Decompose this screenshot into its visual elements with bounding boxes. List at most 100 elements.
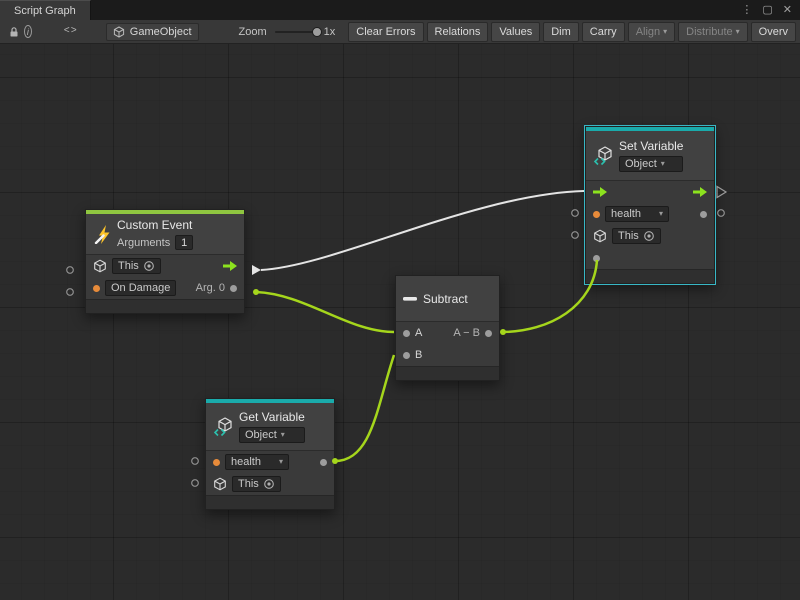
wire-subtract-setvariable-value[interactable] — [501, 260, 597, 332]
arguments-input[interactable]: 1 — [175, 235, 193, 250]
clear-errors-button[interactable]: Clear Errors — [348, 22, 423, 42]
string-input-port[interactable] — [593, 211, 600, 218]
unconnected-port-indicator[interactable] — [67, 289, 74, 296]
node-title: Subtract — [423, 292, 468, 306]
subtract-row-a: A A − B — [396, 322, 499, 344]
target-label: This — [118, 260, 139, 272]
target-label: This — [618, 230, 639, 242]
value-input-row — [586, 247, 714, 269]
window-controls: ⋮ ▢ ✕ — [741, 0, 800, 20]
unconnected-port-indicator[interactable] — [192, 480, 199, 487]
object-picker-icon[interactable] — [643, 230, 655, 242]
target-self-dropdown[interactable]: This — [232, 476, 281, 492]
lock-icon[interactable] — [8, 23, 20, 41]
dim-toggle[interactable]: Dim — [543, 22, 579, 42]
wire-getvariable-subtract-b[interactable] — [335, 355, 394, 461]
subtract-row-b: B — [396, 344, 499, 366]
value-output-port[interactable] — [700, 211, 707, 218]
node-set-variable[interactable]: Set Variable Object ▾ health ▾ — [585, 126, 715, 284]
subtract-icon — [403, 294, 417, 304]
kebab-menu-icon[interactable]: ⋮ — [741, 5, 752, 16]
variable-cube-icon — [593, 146, 613, 166]
wire-endpoint-dot[interactable] — [253, 289, 259, 295]
zoom-slider-handle[interactable] — [312, 27, 322, 37]
align-label: Align — [636, 26, 660, 38]
unconnected-port-indicator[interactable] — [192, 458, 199, 465]
wire-flow-customevent-setvariable[interactable] — [261, 191, 584, 270]
node-title: Get Variable — [239, 410, 305, 424]
input-b-label: B — [415, 349, 422, 361]
values-toggle[interactable]: Values — [491, 22, 540, 42]
flow-wire-start-arrow[interactable] — [252, 265, 261, 275]
variable-name-row: health ▾ — [206, 451, 334, 473]
gameobject-cube-icon — [593, 229, 607, 243]
string-input-port[interactable] — [213, 459, 220, 466]
object-picker-icon[interactable] — [143, 260, 155, 272]
zoom-slider[interactable] — [275, 25, 318, 39]
relations-toggle[interactable]: Relations — [427, 22, 489, 42]
variable-scope-dropdown[interactable]: Object ▾ — [619, 156, 683, 172]
node-header[interactable]: Set Variable Object ▾ — [586, 131, 714, 181]
value-input-port[interactable] — [593, 255, 600, 262]
node-header[interactable]: Custom Event Arguments 1 — [86, 214, 244, 255]
node-custom-event[interactable]: Custom Event Arguments 1 This — [85, 209, 245, 314]
flow-output-port[interactable] — [223, 261, 237, 271]
input-b-port[interactable] — [403, 352, 410, 359]
node-header[interactable]: Subtract — [396, 276, 499, 322]
wire-endpoint-dot[interactable] — [500, 329, 506, 335]
node-footer — [586, 269, 714, 283]
flow-row — [586, 181, 714, 203]
target-self-dropdown[interactable]: This — [112, 258, 161, 274]
variable-name-row: health ▾ — [586, 203, 714, 225]
chevron-down-icon: ▾ — [659, 210, 663, 218]
info-icon[interactable]: i — [24, 25, 32, 38]
unconnected-port-indicator[interactable] — [67, 267, 74, 274]
script-graph-window: Script Graph ⋮ ▢ ✕ i <> GameObject Zoom … — [0, 0, 800, 600]
node-header[interactable]: Get Variable Object ▾ — [206, 403, 334, 451]
arguments-label: Arguments — [117, 237, 170, 249]
zoom-label: Zoom — [239, 26, 267, 38]
tab-title: Script Graph — [14, 5, 76, 17]
variable-name-dropdown[interactable]: health ▾ — [605, 206, 669, 222]
string-input-port[interactable] — [93, 285, 100, 292]
toolbar-buttons: Clear Errors Relations Values Dim Carry … — [348, 22, 796, 42]
variable-scope-dropdown[interactable]: Object ▾ — [239, 427, 305, 443]
target-self-dropdown[interactable]: This — [612, 228, 661, 244]
maximize-icon[interactable]: ▢ — [762, 5, 772, 16]
object-picker-icon[interactable] — [263, 478, 275, 490]
code-icon[interactable]: <> — [64, 23, 78, 41]
gameobject-button[interactable]: GameObject — [106, 23, 199, 41]
variable-name-value: health — [611, 208, 641, 220]
align-dropdown[interactable]: Align ▾ — [628, 22, 675, 42]
variable-cube-icon — [213, 417, 233, 437]
variable-name-dropdown[interactable]: health ▾ — [225, 454, 289, 470]
value-output-port[interactable] — [320, 459, 327, 466]
event-name-value: On Damage — [111, 282, 170, 294]
arg-label: Arg. 0 — [196, 282, 225, 294]
flow-output-port[interactable] — [693, 187, 707, 197]
output-label: A − B — [453, 327, 480, 339]
input-a-port[interactable] — [403, 330, 410, 337]
tab-bar: Script Graph ⋮ ▢ ✕ — [0, 0, 800, 20]
output-port[interactable] — [485, 330, 492, 337]
unconnected-port-indicator[interactable] — [718, 210, 725, 217]
carry-toggle[interactable]: Carry — [582, 22, 625, 42]
distribute-dropdown[interactable]: Distribute ▾ — [678, 22, 747, 42]
unconnected-port-indicator[interactable] — [572, 210, 579, 217]
close-icon[interactable]: ✕ — [783, 5, 792, 16]
flow-continuation-indicator[interactable] — [717, 187, 726, 198]
unconnected-port-indicator[interactable] — [572, 232, 579, 239]
node-get-variable[interactable]: Get Variable Object ▾ health ▾ — [205, 398, 335, 510]
graph-toolbar: i <> GameObject Zoom 1x Clear Errors Rel… — [0, 20, 800, 44]
target-row: This — [586, 225, 714, 247]
graph-canvas[interactable]: Custom Event Arguments 1 This — [0, 44, 800, 600]
chevron-down-icon: ▾ — [661, 160, 665, 168]
event-name-field[interactable]: On Damage — [105, 280, 176, 296]
arg0-output-port[interactable] — [230, 285, 237, 292]
flow-input-port[interactable] — [593, 187, 607, 197]
overview-button[interactable]: Overv — [751, 22, 796, 42]
wire-arg0-subtract-a[interactable] — [256, 292, 394, 332]
node-subtract[interactable]: Subtract A A − B B — [395, 275, 500, 381]
tab-script-graph[interactable]: Script Graph — [0, 0, 91, 20]
node-title: Custom Event — [117, 218, 193, 232]
